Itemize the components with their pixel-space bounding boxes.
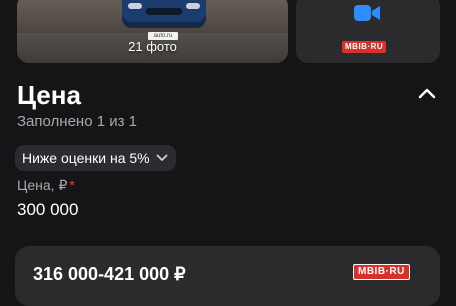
photo-count-label: 21 фото: [128, 39, 177, 54]
car-headlight-left: [128, 3, 142, 9]
chip-label: Ниже оценки на 5%: [22, 150, 150, 166]
car-photo: [122, 0, 206, 28]
video-camera-icon: [354, 5, 380, 21]
watermark-bottom: MBIB·RU: [353, 264, 410, 280]
price-range-text: 316 000-421 000 ₽: [33, 264, 186, 284]
car-grille: [146, 8, 182, 15]
chevron-up-icon[interactable]: [416, 84, 438, 102]
price-label-text: Цена, ₽: [17, 177, 68, 193]
section-title: Цена: [17, 80, 81, 110]
car-headlight-right: [186, 3, 200, 9]
video-card[interactable]: [296, 0, 440, 63]
photo-gallery-card[interactable]: auto.ru 21 фото: [17, 0, 288, 63]
price-range-card[interactable]: 316 000-421 000 ₽ MBIB·RU: [15, 246, 440, 306]
price-rating-chip[interactable]: Ниже оценки на 5%: [15, 145, 176, 171]
price-input[interactable]: 300 000: [17, 200, 78, 220]
price-field-label: Цена, ₽ *: [17, 177, 75, 194]
filled-status: Заполнено 1 из 1: [17, 113, 137, 130]
watermark-top: MBIB·RU: [342, 41, 387, 53]
required-mark: *: [69, 177, 75, 193]
chevron-down-icon: [156, 154, 168, 161]
